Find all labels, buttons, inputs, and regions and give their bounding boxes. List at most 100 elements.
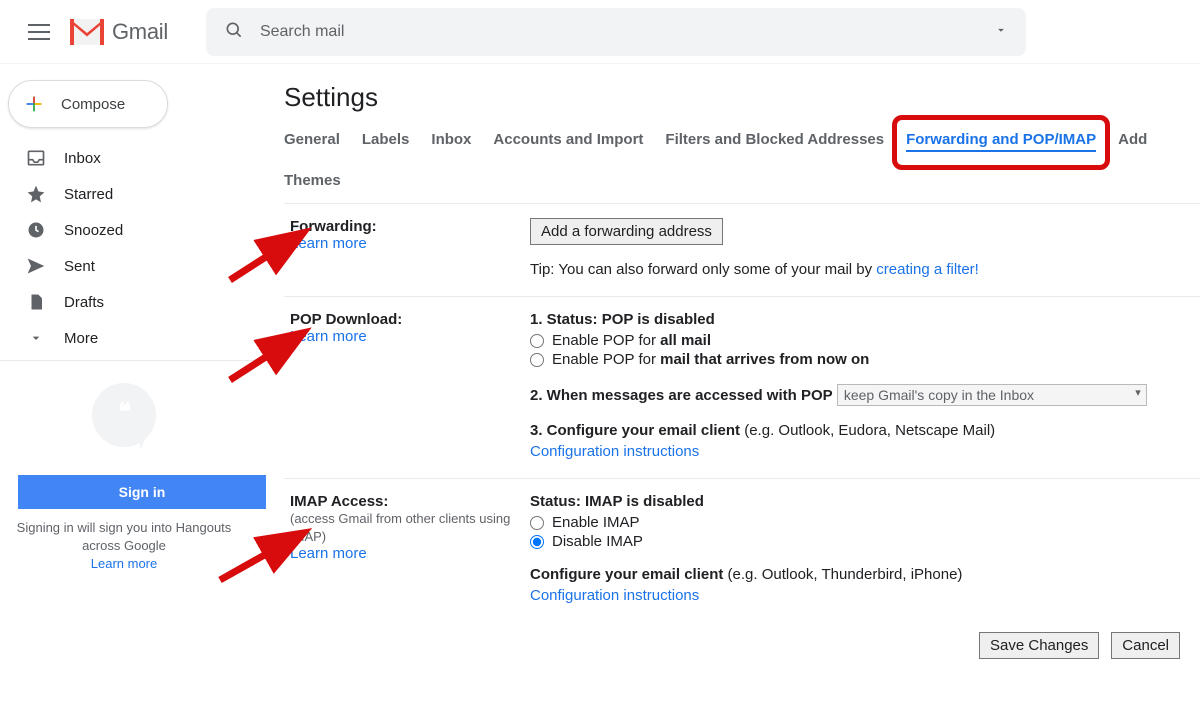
search-icon[interactable]: [214, 10, 254, 53]
sidebar-item-drafts[interactable]: Drafts: [0, 284, 256, 320]
hangouts-learn-more-link[interactable]: Learn more: [91, 556, 157, 571]
nav-list: Inbox Starred Snoozed Sent Drafts More: [0, 140, 256, 356]
pop-enable-all-mail-option[interactable]: Enable POP for all mail: [530, 332, 1186, 349]
pop-action-select[interactable]: keep Gmail's copy in the Inbox: [837, 384, 1147, 406]
main-menu-button[interactable]: [16, 19, 62, 45]
search-input[interactable]: [254, 23, 984, 41]
cancel-button[interactable]: Cancel: [1111, 632, 1180, 659]
imap-disable-label: Disable IMAP: [552, 533, 643, 550]
imap-enable-option[interactable]: Enable IMAP: [530, 514, 1186, 531]
tab-addons[interactable]: Add: [1118, 131, 1147, 150]
tab-labels[interactable]: Labels: [362, 131, 410, 150]
hangouts-signin-button[interactable]: Sign in: [18, 475, 266, 509]
pop-enable-new-mail-option[interactable]: Enable POP for mail that arrives from no…: [530, 351, 1186, 368]
search-options-dropdown-icon[interactable]: [984, 13, 1018, 50]
sidebar-item-sent[interactable]: Sent: [0, 248, 256, 284]
pop-opt1-text: Enable POP for: [552, 332, 660, 349]
save-changes-button[interactable]: Save Changes: [979, 632, 1099, 659]
page-title: Settings: [284, 82, 1200, 113]
sidebar-item-label: Inbox: [64, 150, 101, 167]
sidebar-item-label: Snoozed: [64, 222, 123, 239]
compose-label: Compose: [61, 96, 125, 113]
sidebar-item-more[interactable]: More: [0, 320, 256, 356]
pop-status: 1. Status: POP is disabled: [530, 311, 1186, 328]
forwarding-tip: Tip: You can also forward only some of y…: [530, 261, 1186, 278]
compose-button[interactable]: Compose: [8, 80, 168, 128]
search-bar[interactable]: [206, 8, 1026, 56]
imap-enable-radio[interactable]: [530, 516, 544, 530]
add-forwarding-address-button[interactable]: Add a forwarding address: [530, 218, 723, 245]
section-pop-download: POP Download: Learn more 1. Status: POP …: [284, 297, 1200, 479]
star-icon: [26, 184, 46, 204]
sidebar-item-label: Starred: [64, 186, 113, 203]
settings-footer-buttons: Save Changes Cancel: [284, 622, 1200, 669]
pop-when-heading: 2. When messages are accessed with POP: [530, 387, 833, 404]
hangouts-panel: ❝ Sign in Signing in will sign you into …: [0, 383, 256, 574]
pop-configuration-instructions-link[interactable]: Configuration instructions: [530, 443, 699, 460]
sidebar-item-inbox[interactable]: Inbox: [0, 140, 256, 176]
tab-inbox[interactable]: Inbox: [431, 131, 471, 150]
pop-opt2-bold: mail that arrives from now on: [660, 351, 869, 368]
tab-forwarding-pop-imap[interactable]: Forwarding and POP/IMAP: [906, 131, 1096, 152]
forwarding-learn-more-link[interactable]: Learn more: [290, 235, 367, 252]
imap-configure-prefix: Configure your email client: [530, 566, 728, 583]
hangouts-text-line1: Signing in will sign you into Hangouts: [17, 520, 232, 535]
tab-filters-blocked[interactable]: Filters and Blocked Addresses: [665, 131, 884, 150]
pop-enable-new-mail-radio[interactable]: [530, 353, 544, 367]
imap-status-prefix: Status:: [530, 493, 585, 510]
tab-general[interactable]: General: [284, 131, 340, 150]
pop-title: POP Download:: [290, 311, 530, 328]
hamburger-icon: [28, 31, 50, 33]
imap-disable-option[interactable]: Disable IMAP: [530, 533, 1186, 550]
sidebar-item-label: Drafts: [64, 294, 104, 311]
pop-configure-client: 3. Configure your email client (e.g. Out…: [530, 422, 1186, 439]
drafts-icon: [26, 292, 46, 312]
compose-plus-icon: [23, 93, 45, 115]
hangouts-description: Signing in will sign you into Hangouts a…: [6, 519, 242, 574]
sidebar-item-starred[interactable]: Starred: [0, 176, 256, 212]
section-forwarding: Forwarding: Learn more Add a forwarding …: [284, 204, 1200, 297]
forwarding-title: Forwarding:: [290, 218, 530, 235]
pop-configure-example: (e.g. Outlook, Eudora, Netscape Mail): [744, 422, 995, 439]
hangouts-icon: ❝: [92, 383, 156, 447]
chevron-down-icon: [26, 328, 46, 348]
sidebar-divider: [0, 360, 256, 361]
main-content: Settings General Labels Inbox Accounts a…: [256, 64, 1200, 723]
imap-status: Status: IMAP is disabled: [530, 493, 1186, 510]
settings-tabs: General Labels Inbox Accounts and Import…: [284, 131, 1200, 204]
inbox-icon: [26, 148, 46, 168]
hangouts-text-line2: across Google: [82, 538, 166, 553]
imap-learn-more-link[interactable]: Learn more: [290, 545, 367, 562]
imap-configure-example: (e.g. Outlook, Thunderbird, iPhone): [728, 566, 963, 583]
imap-enable-label: Enable IMAP: [552, 514, 640, 531]
app-name-text: Gmail: [112, 19, 168, 45]
pop-opt2-text: Enable POP for: [552, 351, 660, 368]
imap-status-value: IMAP is disabled: [585, 493, 704, 510]
tab-accounts-import[interactable]: Accounts and Import: [493, 131, 643, 150]
pop-enable-all-mail-radio[interactable]: [530, 334, 544, 348]
forwarding-tip-text: Tip: You can also forward only some of y…: [530, 261, 876, 278]
sidebar-item-snoozed[interactable]: Snoozed: [0, 212, 256, 248]
settings-sections: Forwarding: Learn more Add a forwarding …: [284, 204, 1200, 669]
pop-opt1-bold: all mail: [660, 332, 711, 349]
gmail-icon: [70, 19, 104, 45]
imap-configure-client: Configure your email client (e.g. Outloo…: [530, 566, 1186, 583]
imap-configuration-instructions-link[interactable]: Configuration instructions: [530, 587, 699, 604]
pop-configure-prefix: 3. Configure your email client: [530, 422, 744, 439]
imap-title: IMAP Access:: [290, 493, 530, 510]
tab-themes[interactable]: Themes: [284, 172, 1200, 189]
left-sidebar: Compose Inbox Starred Snoozed Sent Draft…: [0, 64, 256, 723]
sidebar-item-label: More: [64, 330, 98, 347]
section-imap-access: IMAP Access: (access Gmail from other cl…: [284, 479, 1200, 622]
sent-icon: [26, 256, 46, 276]
app-header: Gmail: [0, 0, 1200, 64]
pop-status-value: POP is disabled: [602, 311, 715, 328]
imap-disable-radio[interactable]: [530, 535, 544, 549]
pop-when-accessed: 2. When messages are accessed with POP k…: [530, 384, 1186, 406]
pop-learn-more-link[interactable]: Learn more: [290, 328, 367, 345]
gmail-logo[interactable]: Gmail: [62, 19, 186, 45]
clock-icon: [26, 220, 46, 240]
creating-filter-link[interactable]: creating a filter!: [876, 261, 979, 278]
sidebar-item-label: Sent: [64, 258, 95, 275]
pop-status-prefix: 1. Status:: [530, 311, 602, 328]
